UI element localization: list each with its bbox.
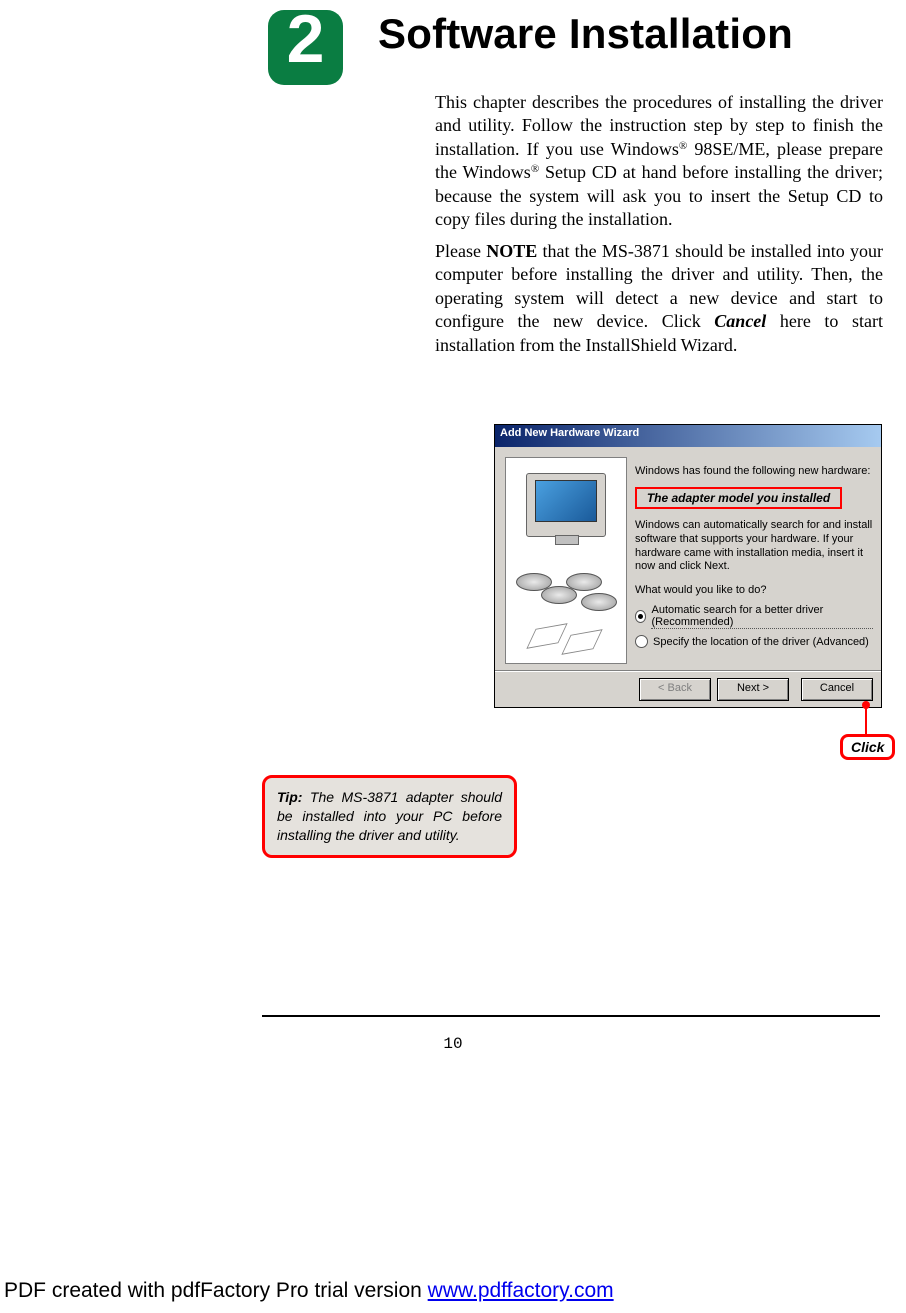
radio-label: Automatic search for a better driver (Re… <box>651 604 873 629</box>
wizard-found-text: Windows has found the following new hard… <box>635 465 873 477</box>
tip-label: Tip: <box>277 789 302 805</box>
wizard-content: Windows has found the following new hard… <box>635 457 873 654</box>
wizard-body: Windows has found the following new hard… <box>495 447 881 675</box>
cancel-button[interactable]: Cancel <box>801 678 873 701</box>
pdf-footer: PDF created with pdfFactory Pro trial ve… <box>4 1279 614 1303</box>
para2-a: Please <box>435 241 486 261</box>
back-button[interactable]: < Back <box>639 678 711 701</box>
wizard-question: What would you like to do? <box>635 584 873 596</box>
cd-icon <box>581 593 617 611</box>
tip-text: The MS-3871 adapter should be installed … <box>277 789 502 843</box>
tip-box: Tip: The MS-3871 adapter should be insta… <box>262 775 517 858</box>
paper-icon <box>561 629 602 655</box>
note-word: NOTE <box>486 241 537 261</box>
monitor-icon <box>526 473 606 537</box>
page-number: 10 <box>0 1035 906 1053</box>
cd-icons <box>511 568 621 618</box>
radio-option-auto[interactable]: Automatic search for a better driver (Re… <box>635 604 873 629</box>
cd-icon <box>566 573 602 591</box>
wizard-titlebar: Add New Hardware Wizard <box>495 425 881 447</box>
radio-icon <box>635 610 646 623</box>
document-page: 2 Software Installation This chapter des… <box>0 0 906 1313</box>
intro-paragraph: This chapter describes the procedures of… <box>435 91 883 231</box>
chapter-number: 2 <box>268 0 343 78</box>
footer-prefix: PDF created with pdfFactory Pro trial ve… <box>4 1279 428 1302</box>
page-divider <box>262 1015 880 1017</box>
wizard-illustration <box>505 457 627 664</box>
footer-link[interactable]: www.pdffactory.com <box>428 1279 614 1302</box>
radio-icon <box>635 635 648 648</box>
chapter-title: Software Installation <box>378 10 793 58</box>
registered-mark: ® <box>531 163 539 175</box>
wizard-description: Windows can automatically search for and… <box>635 519 873 574</box>
radio-option-specify[interactable]: Specify the location of the driver (Adva… <box>635 635 873 648</box>
registered-mark: ® <box>679 140 687 152</box>
cancel-word: Cancel <box>714 311 766 331</box>
hardware-wizard-dialog: Add New Hardware Wizard Windows has foun… <box>494 424 882 708</box>
click-callout: Click <box>840 734 895 760</box>
click-pointer-line <box>865 705 867 735</box>
model-callout: The adapter model you installed <box>635 487 842 509</box>
next-button[interactable]: Next > <box>717 678 789 701</box>
radio-label: Specify the location of the driver (Adva… <box>653 636 869 648</box>
chapter-number-badge: 2 <box>268 10 343 85</box>
note-paragraph: Please NOTE that the MS-3871 should be i… <box>435 240 883 357</box>
wizard-footer: < Back Next > Cancel <box>495 670 881 707</box>
paper-icon <box>526 623 567 649</box>
